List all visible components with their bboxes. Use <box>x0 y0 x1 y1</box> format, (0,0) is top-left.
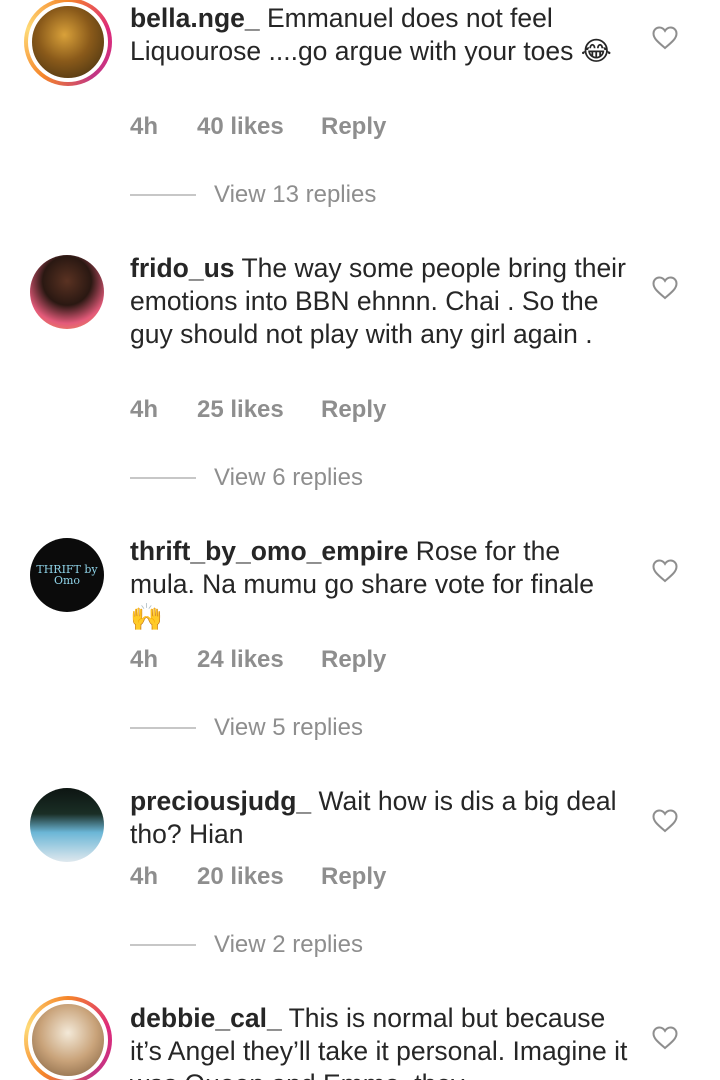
comment-text: frido_us The way some people bring their… <box>130 252 630 351</box>
user-avatar-image <box>28 2 108 82</box>
comments-feed: bella.nge_ Emmanuel does not feel Liquou… <box>0 0 720 1080</box>
comment-likes[interactable]: 24 likes <box>197 646 321 674</box>
comment-username[interactable]: bella.nge_ <box>130 3 260 33</box>
avatar[interactable] <box>24 0 112 86</box>
comment-text: debbie_cal_ This is normal but because i… <box>130 1002 630 1080</box>
reply-button[interactable]: Reply <box>321 396 386 424</box>
comment-time: 4h <box>130 113 159 140</box>
avatar[interactable] <box>30 255 104 329</box>
comment-username[interactable]: debbie_cal_ <box>130 1003 282 1033</box>
comment-time: 4h <box>130 646 159 673</box>
reply-button[interactable]: Reply <box>321 863 386 891</box>
comment-time: 4h <box>130 863 159 890</box>
divider <box>130 727 196 729</box>
heart-outline-icon[interactable] <box>652 1026 678 1050</box>
comment-text: thrift_by_omo_empire Rose for the mula. … <box>130 535 630 634</box>
heart-outline-icon[interactable] <box>652 809 678 833</box>
avatar[interactable] <box>30 788 104 862</box>
comment-username[interactable]: frido_us <box>130 253 235 283</box>
avatar[interactable] <box>24 996 112 1080</box>
view-replies-label: View 6 replies <box>214 464 363 491</box>
view-replies-button[interactable]: View 13 replies <box>130 180 376 210</box>
view-replies-button[interactable]: View 5 replies <box>130 713 363 743</box>
avatar[interactable]: THRIFT by Omo <box>30 538 104 612</box>
comment-text: preciousjudg_ Wait how is dis a big deal… <box>130 785 630 851</box>
view-replies-label: View 13 replies <box>214 181 377 208</box>
heart-outline-icon[interactable] <box>652 559 678 583</box>
brand-logo-avatar: THRIFT by Omo <box>30 538 104 612</box>
comment-meta: 4h 40 likes Reply <box>130 113 386 141</box>
comment-time: 4h <box>130 396 159 423</box>
view-replies-label: View 5 replies <box>214 714 363 741</box>
heart-outline-icon[interactable] <box>652 276 678 300</box>
comment-likes[interactable]: 25 likes <box>197 396 321 424</box>
comment-meta: 4h 25 likes Reply <box>130 396 386 424</box>
divider <box>130 477 196 479</box>
reply-button[interactable]: Reply <box>321 113 386 141</box>
divider <box>130 944 196 946</box>
comment-meta: 4h 24 likes Reply <box>130 646 386 674</box>
avatar-logo-text: THRIFT by Omo <box>36 563 98 587</box>
reply-button[interactable]: Reply <box>321 646 386 674</box>
divider <box>130 194 196 196</box>
comment-likes[interactable]: 40 likes <box>197 113 321 141</box>
comment-likes[interactable]: 20 likes <box>197 863 321 891</box>
heart-outline-icon[interactable] <box>652 26 678 50</box>
view-replies-button[interactable]: View 2 replies <box>130 930 363 960</box>
view-replies-label: View 2 replies <box>214 931 363 958</box>
comment-meta: 4h 20 likes Reply <box>130 863 386 891</box>
view-replies-button[interactable]: View 6 replies <box>130 463 363 493</box>
user-avatar-image <box>28 1000 108 1080</box>
comment-username[interactable]: preciousjudg_ <box>130 786 311 816</box>
comment-username[interactable]: thrift_by_omo_empire <box>130 536 408 566</box>
user-avatar-image <box>30 255 104 329</box>
comment-text: bella.nge_ Emmanuel does not feel Liquou… <box>130 2 630 68</box>
user-avatar-image <box>30 788 104 862</box>
